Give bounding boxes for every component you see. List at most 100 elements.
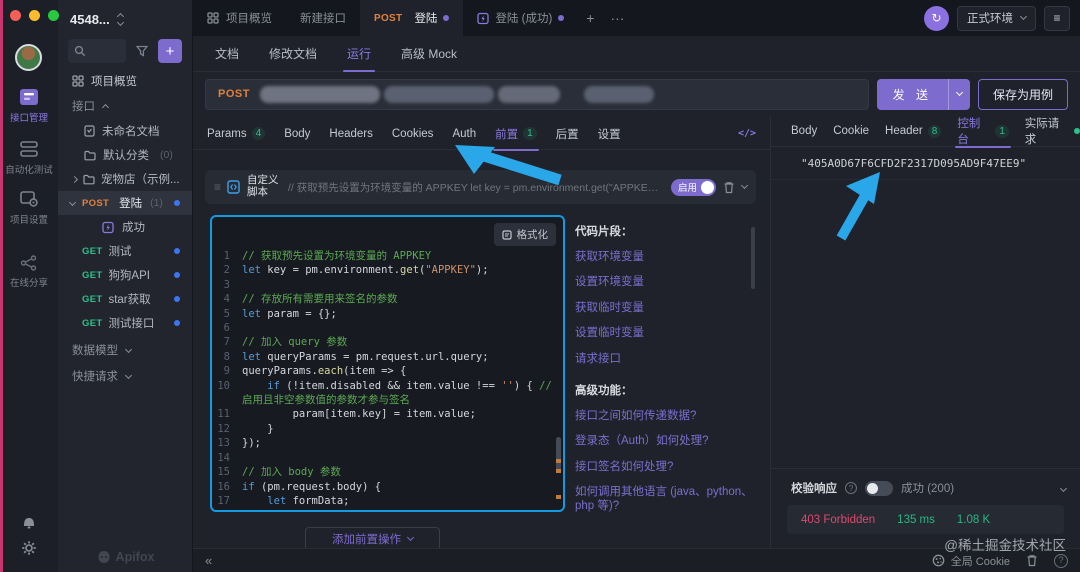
close-window-button[interactable] [10,10,21,21]
tree-item-label: 狗狗API [108,267,150,283]
section-label: 接口 [72,98,95,114]
drag-handle[interactable]: ≡ [214,180,220,194]
tab-cookies[interactable]: Cookies [392,118,434,150]
save-as-case-button[interactable]: 保存为用例 [978,79,1068,110]
collapse-script-button[interactable] [742,186,747,188]
section-api[interactable]: 接口 [58,93,192,119]
collapse-sidebar-button[interactable]: « [205,553,212,568]
tab-console[interactable]: 控制台1 [957,115,1008,147]
snippets-scrollbar[interactable] [751,227,755,289]
avatar[interactable] [15,44,42,71]
tab-new-api[interactable]: 新建接口 [286,0,360,36]
tab-settings[interactable]: 设置 [598,118,621,150]
unsaved-dot [174,200,180,206]
settings-button[interactable] [0,540,58,556]
code-view-icon[interactable]: </> [738,128,756,139]
advanced-link[interactable]: 登录态（Auth）如何处理? [575,434,753,448]
help-button[interactable]: ? [1054,554,1068,568]
tab-login-success-case[interactable]: 登陆 (成功) [463,0,578,36]
send-button[interactable]: 发 送 [877,79,970,110]
tree-item-label: 测试 [108,243,131,259]
custom-script-header[interactable]: ≡ 自定义脚本 // 获取预先设置为环境变量的 APPKEY let key =… [205,170,756,204]
advanced-title: 高级功能： [575,382,753,398]
response-status: 403 Forbidden [801,514,875,526]
tab-response-cookie[interactable]: Cookie [833,115,869,147]
tab-actual-request[interactable]: 实际请求 [1025,115,1080,147]
tree-item-test-interface[interactable]: GET 测试接口 [58,311,192,335]
tab-advanced-mock[interactable]: 高级 Mock [401,36,457,72]
validate-toggle[interactable] [865,481,893,496]
tab-auth[interactable]: Auth [452,118,476,150]
rail-item-project-settings[interactable]: 项目设置 [0,190,58,226]
snippet-link[interactable]: 设置临时变量 [575,326,753,340]
enable-toggle[interactable]: 启用 [671,179,716,196]
global-cookie-button[interactable]: 全局 Cookie [932,553,1010,569]
add-api-button[interactable]: + [158,39,182,63]
tree-item-default-folder[interactable]: 默认分类 (0) [58,143,192,167]
tree-item-star-api[interactable]: GET star获取 [58,287,192,311]
rail-item-label: 在线分享 [0,275,58,289]
more-tabs-button[interactable]: ··· [602,0,632,36]
snippet-link[interactable]: 获取临时变量 [575,301,753,315]
sidebar-item-project-overview[interactable]: 项目概览 [58,69,192,93]
tab-response-body[interactable]: Body [791,115,817,147]
rail-item-online-share[interactable]: 在线分享 [0,255,58,289]
advanced-link[interactable]: 接口之间如何传递数据? [575,409,753,423]
advanced-link[interactable]: 接口签名如何处理? [575,460,753,474]
tab-response-header[interactable]: Header8 [885,115,941,147]
method-post: POST [82,198,109,209]
tree-item-label: 登陆 [119,195,142,211]
script-code-editor[interactable]: 格式化 1// 获取预先设置为环境变量的 APPKEY2let key = pm… [210,215,565,512]
response-size: 1.08 K [957,514,990,526]
snippet-link[interactable]: 获取环境变量 [575,250,753,264]
send-options-caret[interactable] [948,79,970,110]
tab-pre-processors[interactable]: 前置1 [495,118,537,150]
tree-item-unnamed-doc[interactable]: 未命名文档 [58,119,192,143]
search-input[interactable] [68,39,126,63]
rail-item-auto-test[interactable]: 自动化测试 [0,140,58,176]
tree-item-success-case[interactable]: 成功 [58,215,192,239]
project-switcher[interactable]: 4548... [58,0,192,31]
tab-headers[interactable]: Headers [329,118,372,150]
editor-scrollbar[interactable] [556,437,561,471]
tab-params[interactable]: Params4 [207,118,265,150]
auto-test-icon [0,140,58,158]
zoom-window-button[interactable] [48,10,59,21]
rail-item-api-manage[interactable]: 接口管理 [0,88,58,124]
method-get: GET [82,318,102,329]
tree-item-dog-api[interactable]: GET 狗狗API [58,263,192,287]
method-get: GET [82,270,102,281]
tab-doc[interactable]: 文档 [215,36,239,72]
tab-body[interactable]: Body [284,118,310,150]
tab-edit-doc[interactable]: 修改文档 [269,36,317,72]
tree-item-test-api[interactable]: GET 测试 [58,239,192,263]
folder-icon [83,174,95,185]
tab-run[interactable]: 运行 [347,36,371,72]
format-button[interactable]: 格式化 [494,223,557,246]
response-tabs: Body Cookie Header8 控制台1 实际请求 [771,116,1080,147]
request-url-input[interactable]: POST [205,79,869,110]
tab-post-processors[interactable]: 后置 [556,118,579,150]
snippet-link[interactable]: 请求接口 [575,352,753,366]
minimize-window-button[interactable] [29,10,40,21]
unsaved-dot [174,296,180,302]
tab-login-api[interactable]: POST 登陆 [360,0,463,36]
advanced-link[interactable]: 如何调用其他语言 (java、python、php 等)? [575,485,753,514]
format-label: 格式化 [517,227,549,242]
validate-response-row: 校验响应 ? 成功 (200) [771,468,1080,496]
filter-button[interactable] [132,39,152,63]
recycle-bin-button[interactable] [1026,554,1038,567]
tab-project-overview[interactable]: 项目概览 [193,0,286,36]
tree-item-login-api[interactable]: POST 登陆 (1) [58,191,192,215]
snippet-link[interactable]: 设置环境变量 [575,275,753,289]
delete-script-button[interactable] [723,181,735,194]
menu-button[interactable]: ≡ [1044,6,1070,31]
tree-item-petstore-folder[interactable]: 宠物店（示例... [58,167,192,191]
sync-button[interactable]: ↻ [924,6,949,31]
section-data-models[interactable]: 数据模型 [58,337,192,363]
section-quick-request[interactable]: 快捷请求 [58,363,192,389]
environment-selector[interactable]: 正式环境 [957,6,1036,31]
add-tab-button[interactable]: + [578,0,602,36]
redacted-url-segment [260,86,380,103]
notifications-button[interactable] [0,515,58,530]
